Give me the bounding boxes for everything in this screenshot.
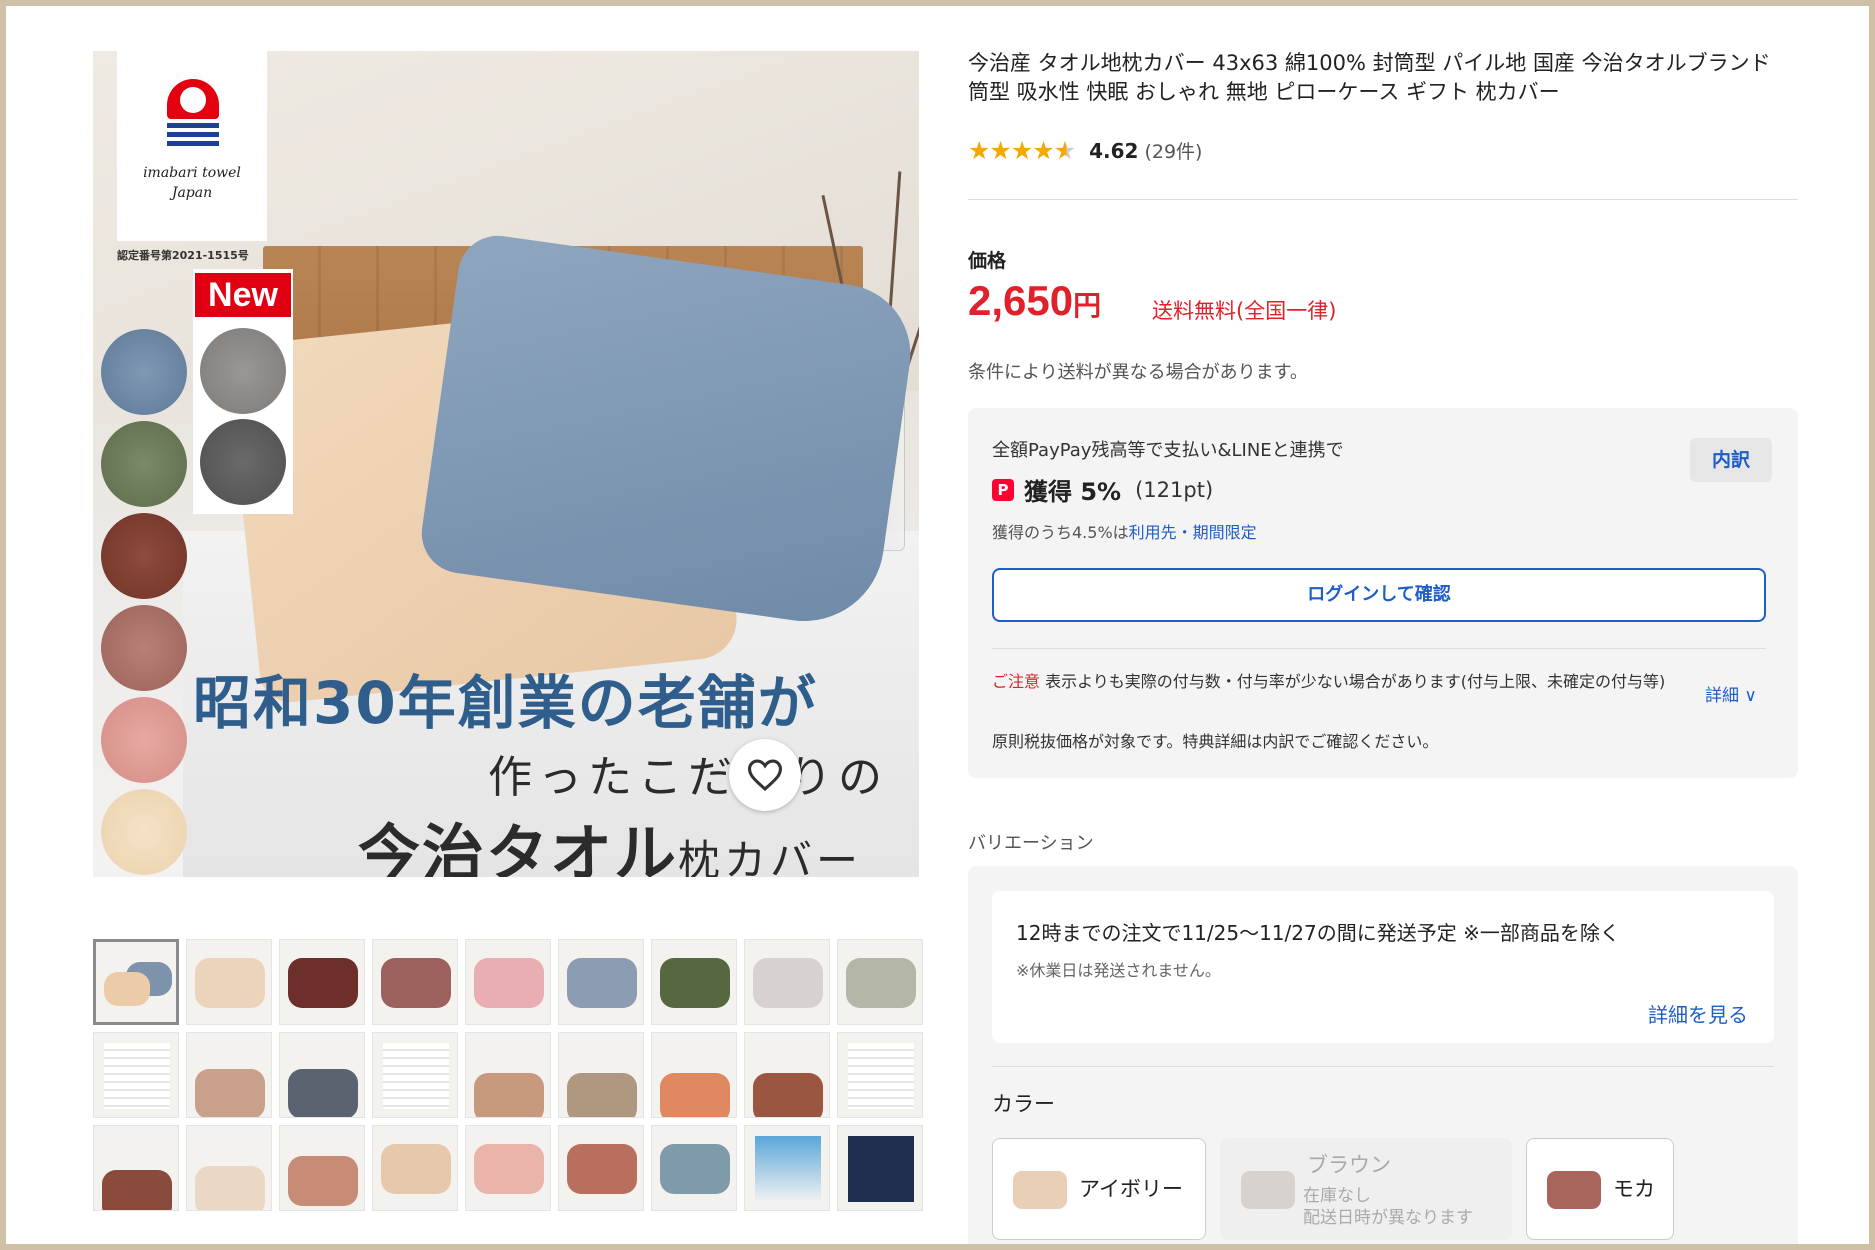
- rating-stars[interactable]: ★ ★ ★ ★ ★ 4.62 (29件): [968, 136, 1202, 165]
- thumbnail[interactable]: [93, 1032, 179, 1118]
- thumbnail[interactable]: [279, 1125, 365, 1211]
- price: 2,650円: [968, 277, 1102, 324]
- pillow-swatch: [1013, 1171, 1067, 1209]
- main-product-image[interactable]: imabari towel Japan 認定番号第2021-1515号 New …: [93, 51, 919, 877]
- color-option-ivory[interactable]: アイボリー: [992, 1138, 1206, 1240]
- thumbnail[interactable]: [465, 1032, 551, 1118]
- color-swatch-green: [101, 421, 187, 507]
- points-box: 全額PayPay残高等で支払い&LINEと連携で P 獲得 5% (121pt)…: [968, 408, 1798, 778]
- image-pillow-blue: [416, 230, 919, 632]
- thumbnail[interactable]: [465, 1125, 551, 1211]
- star-half-icon: ★: [1053, 136, 1076, 165]
- color-option-label: モカ: [1613, 1177, 1655, 1201]
- image-copy-brand: 今治タオル枕カバー: [358, 817, 863, 877]
- delivery-note: 配送日時が異なります: [1303, 1208, 1473, 1228]
- divider: [968, 199, 1798, 200]
- variation-box: 12時までの注文で11/25〜11/27の間に発送予定 ※一部商品を除く ※休業…: [968, 866, 1798, 1244]
- thumbnail[interactable]: [93, 1125, 179, 1211]
- rating-value: 4.62: [1089, 138, 1139, 163]
- shipping-detail-link[interactable]: 詳細を見る: [1648, 999, 1748, 1028]
- paypay-icon: P: [992, 478, 1014, 501]
- variation-label: バリエーション: [968, 833, 1094, 854]
- color-swatch-brown: [101, 513, 187, 599]
- thumbnail[interactable]: [186, 1125, 272, 1211]
- thumbnail[interactable]: [558, 1032, 644, 1118]
- thumbnail[interactable]: [837, 1032, 923, 1118]
- imabari-logo: imabari towel Japan: [117, 51, 267, 241]
- image-copy-sub: 作ったこだわりの: [488, 752, 888, 803]
- color-swatch-gray: [200, 328, 286, 414]
- pillow-swatch: [1241, 1171, 1295, 1209]
- color-option-label: アイボリー: [1079, 1177, 1183, 1201]
- thumbnail[interactable]: [372, 939, 458, 1025]
- points-rate: 獲得 5%: [1024, 478, 1122, 506]
- thumbnail[interactable]: [651, 1125, 737, 1211]
- thumbnail[interactable]: [744, 1125, 830, 1211]
- thumbnail[interactable]: [372, 1125, 458, 1211]
- review-count[interactable]: (29件): [1144, 137, 1202, 164]
- certification-number: 認定番号第2021-1515号: [117, 249, 249, 262]
- price-label: 価格: [968, 250, 1007, 272]
- color-swatch-blue: [101, 329, 187, 415]
- product-title: 今治産 タオル地枕カバー 43x63 綿100% 封筒型 パイル地 国産 今治タ…: [968, 51, 1771, 104]
- thumbnail[interactable]: [744, 1032, 830, 1118]
- divider: [992, 1066, 1774, 1067]
- thumbnail[interactable]: [93, 939, 179, 1025]
- thumbnail[interactable]: [558, 939, 644, 1025]
- points-condition: 全額PayPay残高等で支払い&LINEと連携で: [992, 440, 1344, 461]
- breakdown-button[interactable]: 内訳: [1690, 438, 1772, 482]
- thumbnail[interactable]: [186, 939, 272, 1025]
- points-earn-row: P 獲得 5% (121pt): [992, 472, 1213, 507]
- thumbnail[interactable]: [558, 1125, 644, 1211]
- shipping-free: 送料無料(全国一律): [1152, 299, 1337, 323]
- color-swatch-charcoal: [200, 419, 286, 505]
- login-confirm-button[interactable]: ログインして確認: [992, 568, 1766, 622]
- favorite-button[interactable]: [729, 739, 801, 811]
- heart-icon: [747, 759, 783, 791]
- star-icon: ★: [1032, 136, 1054, 165]
- imabari-logo-text: imabari towel Japan: [143, 165, 241, 201]
- thumbnail[interactable]: [186, 1032, 272, 1118]
- divider: [992, 648, 1766, 649]
- thumbnail-grid: [93, 939, 923, 1211]
- points-notice: ご注意 表示よりも実際の付与数・付与率が少ない場合があります(付与上限、未確定の…: [992, 672, 1666, 691]
- thumbnail[interactable]: [837, 1125, 923, 1211]
- thumbnail[interactable]: [651, 1032, 737, 1118]
- imabari-logo-mark: [167, 79, 219, 149]
- shipping-condition: 条件により送料が異なる場合があります。: [968, 362, 1308, 383]
- thumbnail[interactable]: [279, 1032, 365, 1118]
- thumbnail[interactable]: [837, 939, 923, 1025]
- color-label: カラー: [992, 1092, 1055, 1116]
- color-swatch-ivory: [101, 789, 187, 875]
- shipping-schedule: 12時までの注文で11/25〜11/27の間に発送予定 ※一部商品を除く: [1016, 921, 1620, 945]
- color-swatch-mocha: [101, 605, 187, 691]
- pillow-swatch: [1547, 1171, 1601, 1209]
- star-icon: ★: [989, 136, 1011, 165]
- shipping-holiday-note: ※休業日は発送されません。: [1016, 961, 1221, 980]
- color-option-label: ブラウン: [1307, 1153, 1391, 1177]
- color-option-brown[interactable]: ブラウン 在庫なし 配送日時が異なります: [1220, 1138, 1512, 1240]
- thumbnail[interactable]: [651, 939, 737, 1025]
- image-copy-heading: 昭和30年創業の老舗が: [193, 669, 818, 737]
- points-amount: (121pt): [1135, 477, 1214, 502]
- new-badge: New: [195, 273, 291, 317]
- color-option-mocha[interactable]: モカ: [1526, 1138, 1674, 1240]
- color-swatch-pink: [101, 697, 187, 783]
- star-icon: ★: [968, 136, 990, 165]
- thumbnail[interactable]: [279, 939, 365, 1025]
- points-limited-link[interactable]: 利用先・期間限定: [1129, 523, 1257, 542]
- thumbnail[interactable]: [372, 1032, 458, 1118]
- points-note: 獲得のうち4.5%は利用先・期間限定: [992, 523, 1257, 542]
- notice-detail-link[interactable]: 詳細 ∨: [1705, 681, 1757, 706]
- thumbnail[interactable]: [744, 939, 830, 1025]
- shipping-schedule-card: 12時までの注文で11/25〜11/27の間に発送予定 ※一部商品を除く ※休業…: [992, 891, 1774, 1043]
- thumbnail[interactable]: [465, 939, 551, 1025]
- star-icon: ★: [1010, 136, 1033, 165]
- page: imabari towel Japan 認定番号第2021-1515号 New …: [6, 6, 1869, 1244]
- points-notice-2: 原則税抜価格が対象です。特典詳細は内訳でご確認ください。: [992, 732, 1439, 751]
